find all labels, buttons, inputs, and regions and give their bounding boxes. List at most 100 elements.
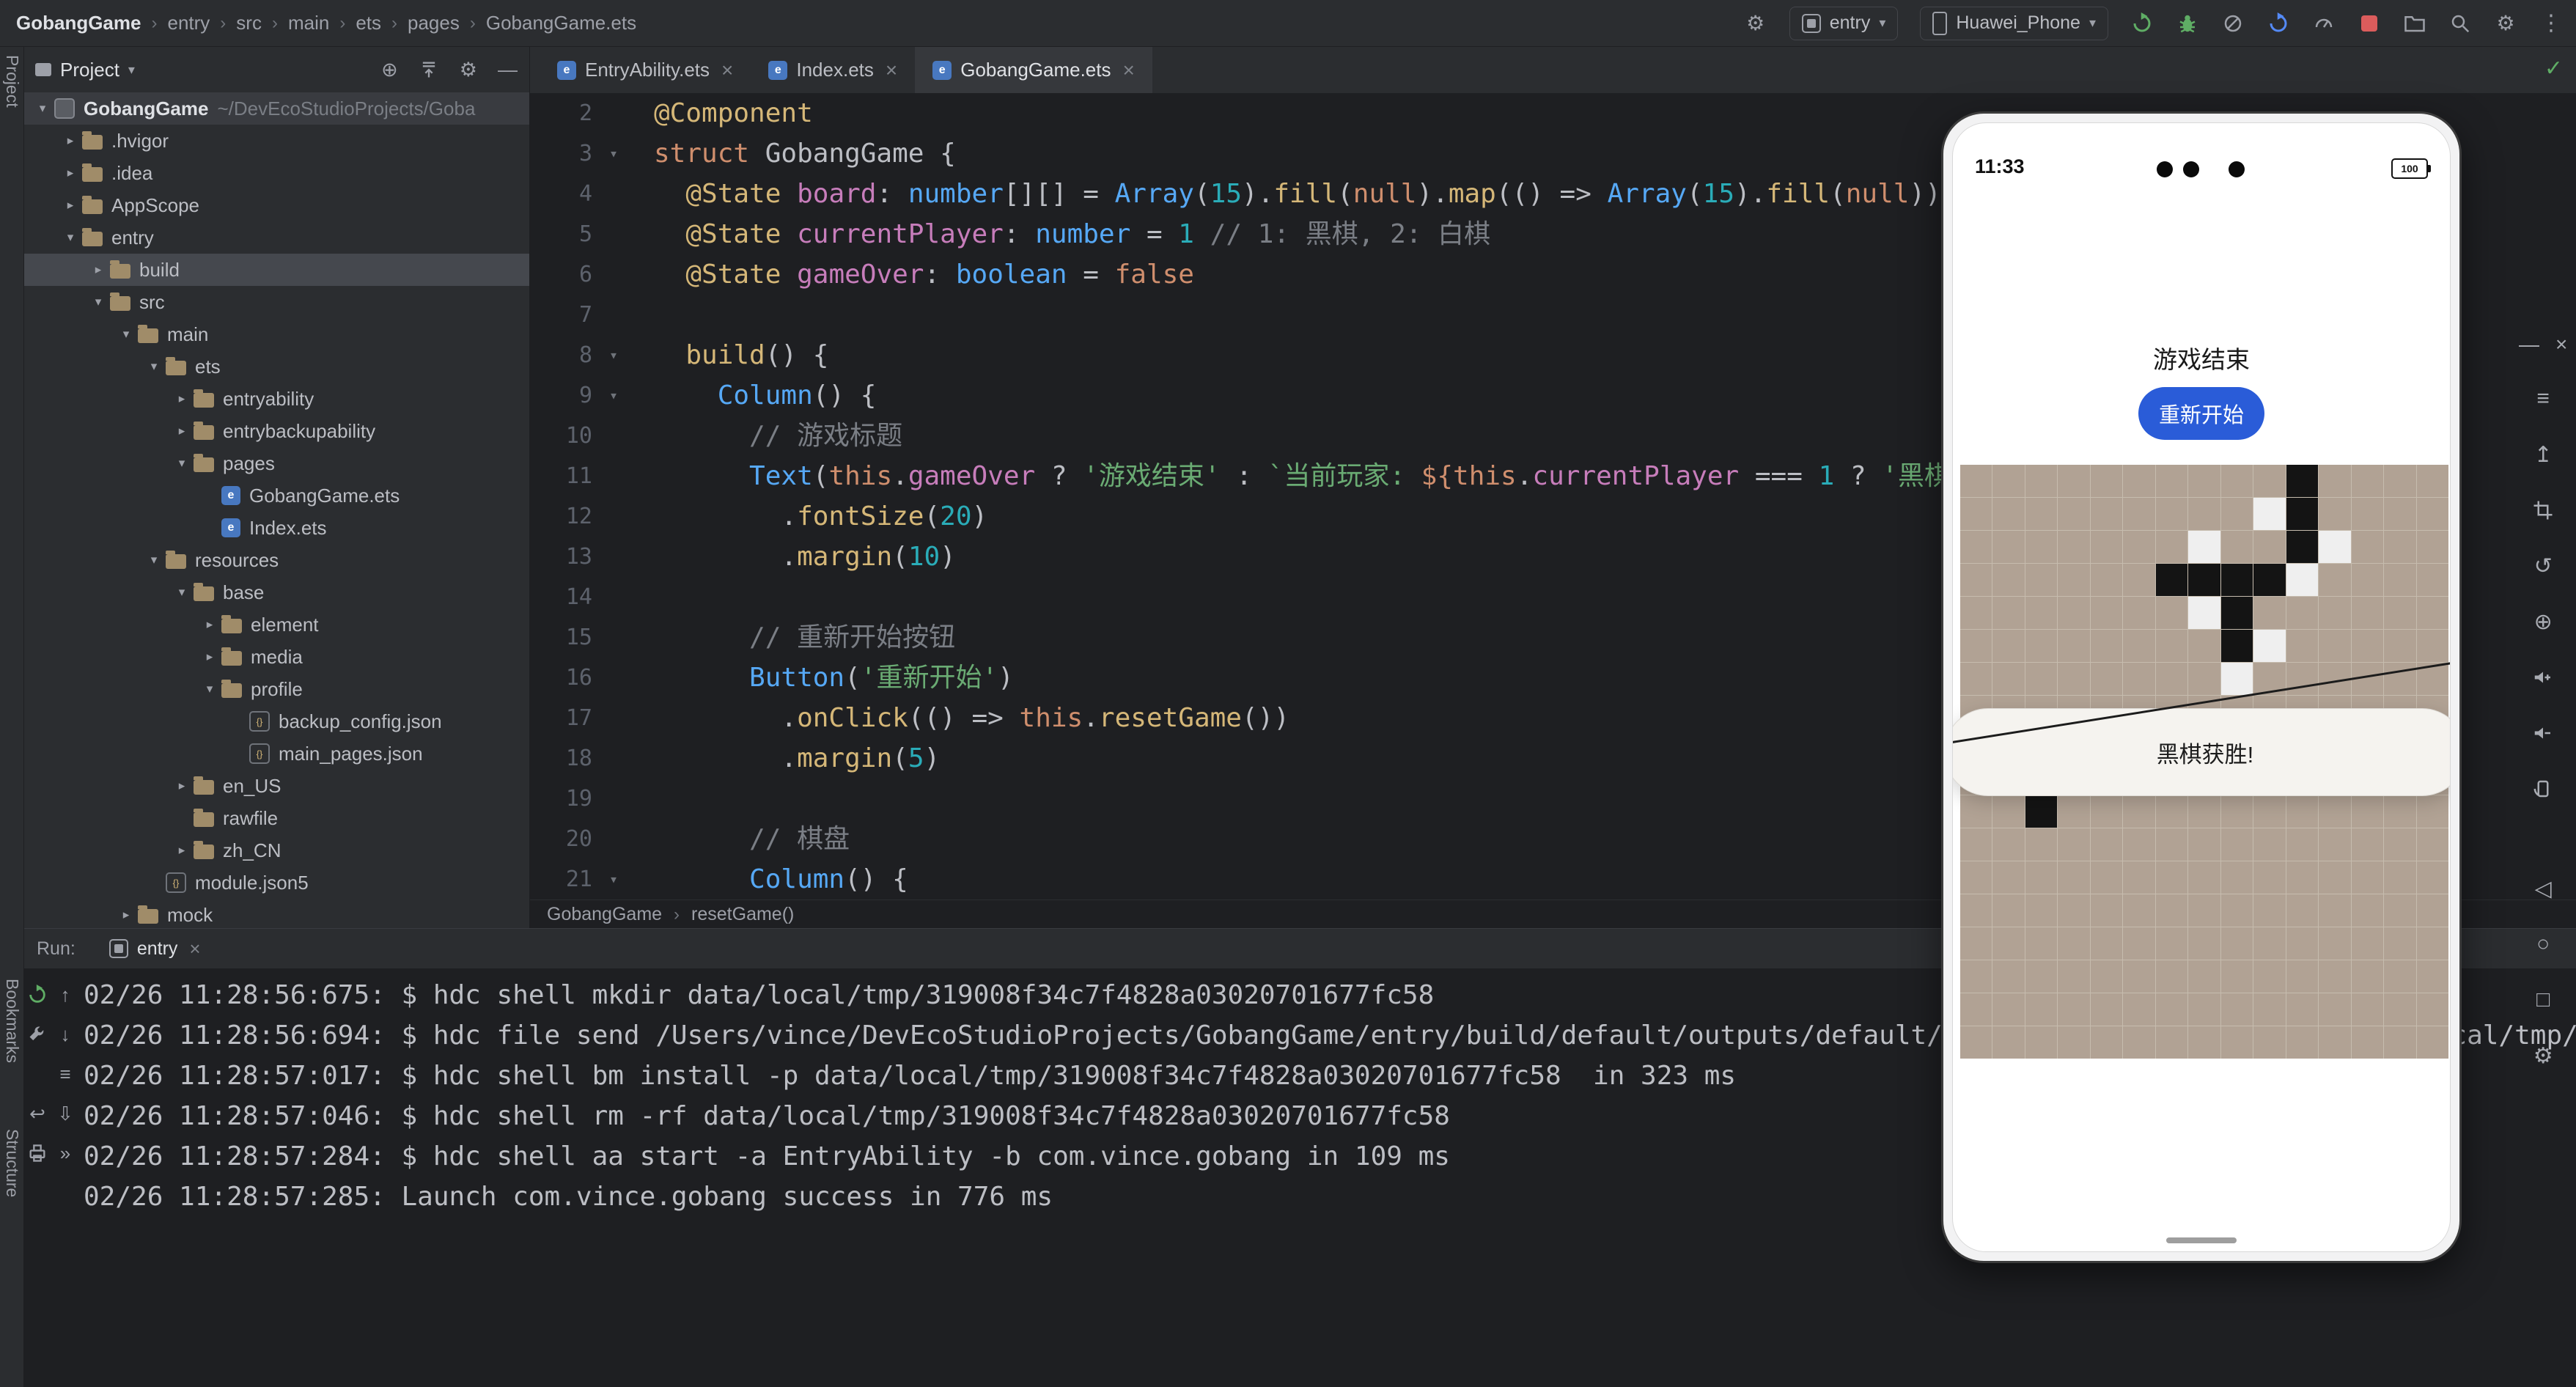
restart-run-button[interactable] bbox=[2130, 12, 2154, 35]
board-cell[interactable] bbox=[2384, 861, 2415, 894]
board-cell[interactable] bbox=[2188, 465, 2220, 497]
board-cell[interactable] bbox=[2384, 960, 2415, 993]
editor-breadcrumb-item[interactable]: GobangGame bbox=[547, 904, 662, 925]
board-cell[interactable] bbox=[2319, 465, 2350, 497]
device-mirror-window[interactable]: 11:33 100 游戏结束 重新开始 黑棋获胜! bbox=[1941, 111, 2462, 1263]
board-cell[interactable] bbox=[2319, 564, 2350, 596]
locate-file-icon[interactable]: ⊕ bbox=[381, 59, 398, 81]
board-cell[interactable] bbox=[1960, 597, 1992, 629]
tree-item--idea[interactable]: ▸.idea bbox=[23, 157, 529, 189]
board-cell[interactable] bbox=[2417, 993, 2448, 1026]
board-cell[interactable] bbox=[2058, 531, 2089, 563]
build-tool-icon[interactable] bbox=[27, 1024, 48, 1045]
tab-close-icon[interactable]: × bbox=[886, 59, 897, 82]
board-cell[interactable] bbox=[2156, 564, 2187, 596]
tree-item-resources[interactable]: ▾resources bbox=[23, 544, 529, 576]
board-cell[interactable] bbox=[2286, 663, 2318, 695]
board-cell[interactable] bbox=[2091, 828, 2122, 861]
board-cell[interactable] bbox=[1960, 861, 1992, 894]
board-cell[interactable] bbox=[2025, 927, 2057, 960]
board-cell[interactable] bbox=[2156, 795, 2187, 828]
board-cell[interactable] bbox=[2253, 927, 2285, 960]
board-cell[interactable] bbox=[2188, 861, 2220, 894]
board-cell[interactable] bbox=[2156, 894, 2187, 927]
board-cell[interactable] bbox=[2319, 795, 2350, 828]
board-cell[interactable] bbox=[1992, 894, 2024, 927]
board-cell[interactable] bbox=[2384, 1026, 2415, 1059]
board-cell[interactable] bbox=[2286, 993, 2318, 1026]
tree-item-main[interactable]: ▾main bbox=[23, 318, 529, 350]
board-cell[interactable] bbox=[2025, 960, 2057, 993]
board-cell[interactable] bbox=[2123, 960, 2154, 993]
board-cell[interactable] bbox=[2384, 597, 2415, 629]
board-cell[interactable] bbox=[2286, 960, 2318, 993]
board-cell[interactable] bbox=[2156, 531, 2187, 563]
tree-item-ets[interactable]: ▾ets bbox=[23, 350, 529, 383]
device-dropdown[interactable]: Huawei_Phone ▾ bbox=[1920, 7, 2108, 40]
board-cell[interactable] bbox=[2417, 597, 2448, 629]
tree-chevron-icon[interactable]: ▸ bbox=[114, 908, 138, 922]
structure-stripe-button[interactable]: Structure bbox=[2, 1129, 22, 1197]
board-cell[interactable] bbox=[2417, 498, 2448, 530]
tab-close-icon[interactable]: × bbox=[1122, 59, 1134, 82]
home-indicator[interactable] bbox=[2166, 1237, 2237, 1243]
board-cell[interactable] bbox=[2417, 795, 2448, 828]
tree-item-gobanggame-ets[interactable]: eGobangGame.ets bbox=[23, 479, 529, 512]
board-cell[interactable] bbox=[2123, 597, 2154, 629]
print-console-icon[interactable] bbox=[27, 1143, 48, 1163]
board-cell[interactable] bbox=[2123, 564, 2154, 596]
board-cell[interactable] bbox=[1992, 630, 2024, 662]
board-cell[interactable] bbox=[2091, 993, 2122, 1026]
fold-icon[interactable]: ▾ bbox=[592, 133, 635, 174]
fold-icon[interactable]: ▾ bbox=[592, 859, 635, 899]
board-cell[interactable] bbox=[2286, 597, 2318, 629]
board-cell[interactable] bbox=[1960, 663, 1992, 695]
board-cell[interactable] bbox=[2123, 894, 2154, 927]
board-cell[interactable] bbox=[2319, 630, 2350, 662]
board-cell[interactable] bbox=[1992, 795, 2024, 828]
breadcrumb-item[interactable]: main bbox=[288, 12, 329, 34]
board-cell[interactable] bbox=[2286, 795, 2318, 828]
board-cell[interactable] bbox=[2058, 894, 2089, 927]
tree-item-src[interactable]: ▾src bbox=[23, 286, 529, 318]
board-cell[interactable] bbox=[2025, 663, 2057, 695]
board-cell[interactable] bbox=[2188, 564, 2220, 596]
board-cell[interactable] bbox=[2091, 465, 2122, 497]
board-cell[interactable] bbox=[2058, 861, 2089, 894]
board-cell[interactable] bbox=[2025, 630, 2057, 662]
board-cell[interactable] bbox=[2286, 894, 2318, 927]
board-cell[interactable] bbox=[2384, 465, 2415, 497]
hide-panel-icon[interactable]: — bbox=[498, 59, 518, 81]
board-cell[interactable] bbox=[1960, 795, 1992, 828]
board-cell[interactable] bbox=[2221, 630, 2253, 662]
board-cell[interactable] bbox=[2352, 564, 2383, 596]
board-cell[interactable] bbox=[2384, 498, 2415, 530]
tree-chevron-icon[interactable]: ▾ bbox=[59, 230, 82, 245]
board-cell[interactable] bbox=[2221, 597, 2253, 629]
breadcrumb-item[interactable]: pages bbox=[408, 12, 460, 34]
board-cell[interactable] bbox=[2352, 597, 2383, 629]
board-cell[interactable] bbox=[2253, 630, 2285, 662]
board-cell[interactable] bbox=[1992, 597, 2024, 629]
board-cell[interactable] bbox=[2221, 564, 2253, 596]
board-cell[interactable] bbox=[2156, 498, 2187, 530]
tree-chevron-icon[interactable]: ▾ bbox=[87, 295, 110, 309]
mirror-menu-icon[interactable]: ≡ bbox=[2520, 371, 2566, 427]
board-cell[interactable] bbox=[2091, 1026, 2122, 1059]
board-cell[interactable] bbox=[2058, 993, 2089, 1026]
board-cell[interactable] bbox=[1960, 498, 1992, 530]
tree-chevron-icon[interactable]: ▸ bbox=[170, 779, 194, 793]
board-cell[interactable] bbox=[2025, 597, 2057, 629]
board-cell[interactable] bbox=[1992, 498, 2024, 530]
tree-item-entryability[interactable]: ▸entryability bbox=[23, 383, 529, 415]
board-cell[interactable] bbox=[2123, 630, 2154, 662]
board-cell[interactable] bbox=[1960, 465, 1992, 497]
board-cell[interactable] bbox=[2091, 927, 2122, 960]
board-cell[interactable] bbox=[2058, 465, 2089, 497]
bookmarks-stripe-button[interactable]: Bookmarks bbox=[2, 979, 22, 1063]
board-cell[interactable] bbox=[2058, 927, 2089, 960]
board-cell[interactable] bbox=[2091, 597, 2122, 629]
tree-chevron-icon[interactable]: ▾ bbox=[31, 101, 54, 116]
board-cell[interactable] bbox=[1992, 1026, 2024, 1059]
board-cell[interactable] bbox=[2253, 597, 2285, 629]
